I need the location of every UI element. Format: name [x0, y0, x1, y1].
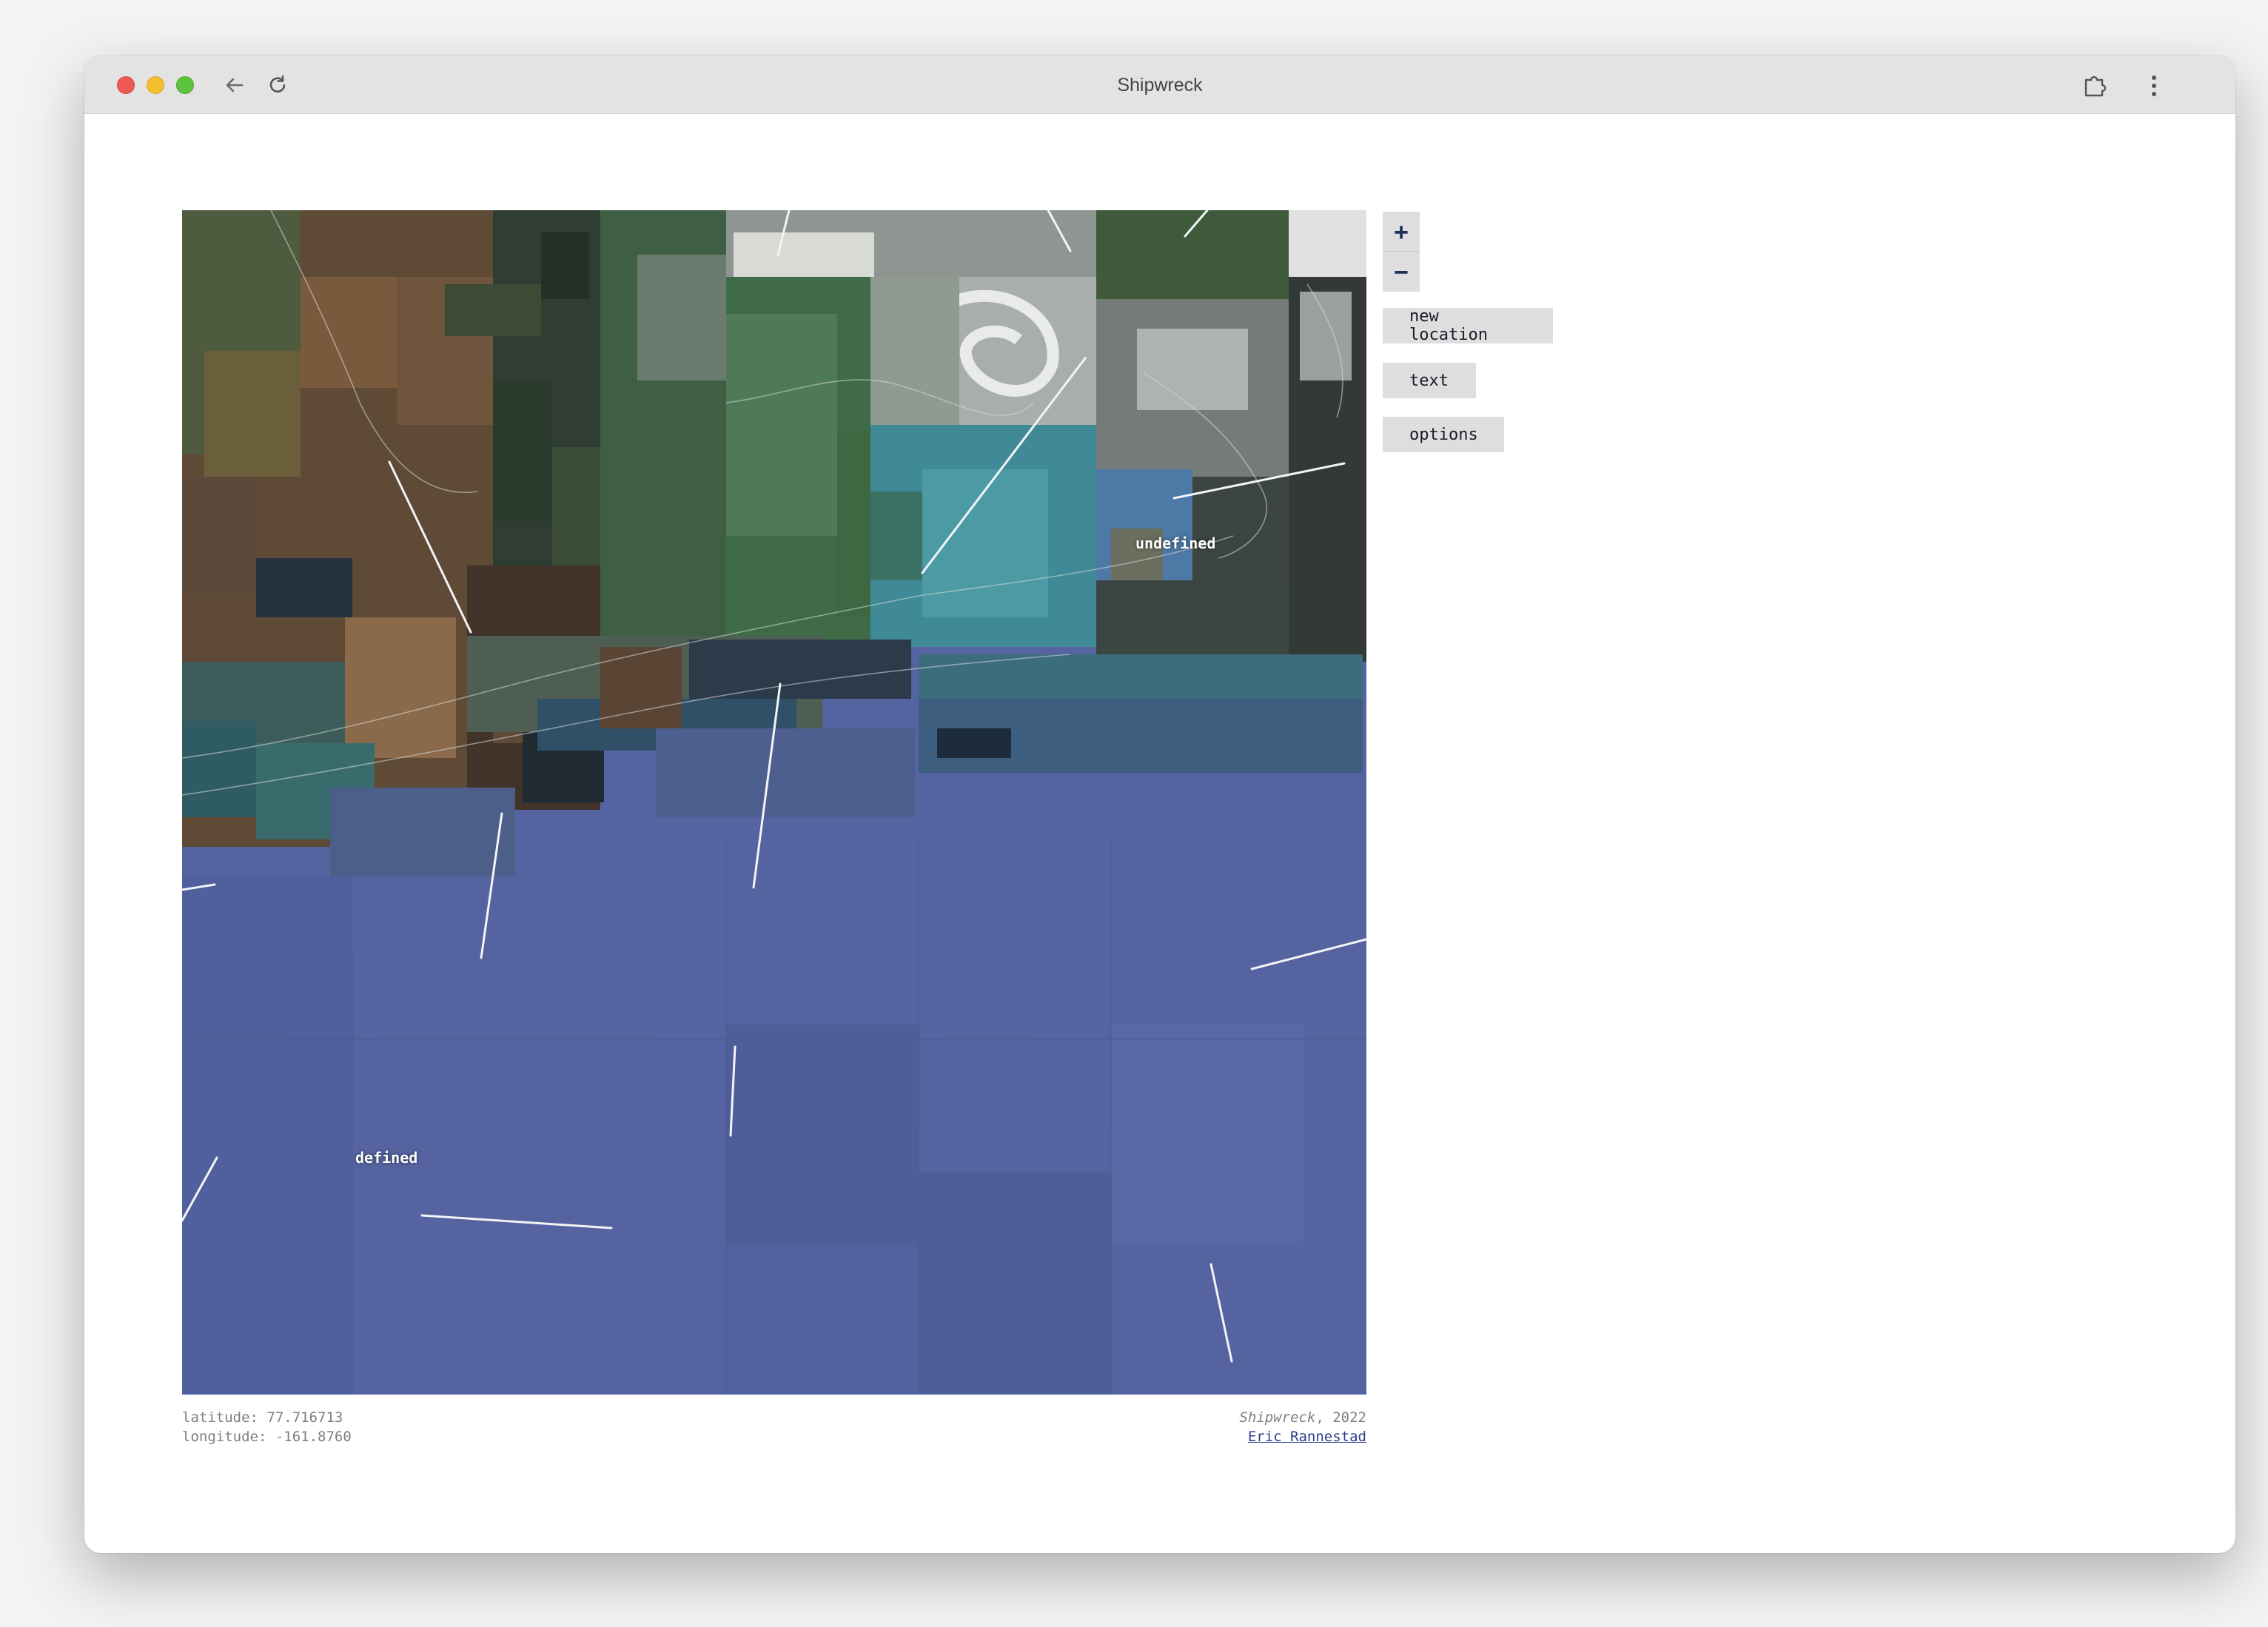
new-location-button[interactable]: new location: [1383, 307, 1553, 344]
text-button[interactable]: text: [1383, 363, 1476, 398]
coordinates-readout: latitude: 77.716713 longitude: -161.8760: [182, 1408, 352, 1446]
map-text-label: undefined: [1135, 534, 1216, 552]
longitude-text: longitude: -161.8760: [182, 1429, 352, 1445]
artwork-credit: Shipwreck, 2022 Eric Rannestad: [1239, 1408, 1366, 1446]
window-title: Shipwreck: [1117, 75, 1203, 95]
kebab-menu-icon[interactable]: [2139, 70, 2169, 102]
zoom-in-button[interactable]: +: [1383, 212, 1420, 252]
options-button[interactable]: options: [1383, 417, 1504, 452]
extension-puzzle-icon[interactable]: [2079, 70, 2111, 102]
work-title: Shipwreck: [1239, 1409, 1316, 1426]
browser-window: Shipwreck undefined defined + − new loca…: [84, 56, 2235, 1553]
map-text-label: defined: [355, 1149, 418, 1167]
author-link[interactable]: Eric Rannestad: [1248, 1429, 1366, 1445]
zoom-out-button[interactable]: −: [1383, 252, 1420, 292]
latitude-text: latitude: 77.716713: [182, 1409, 343, 1426]
work-year: , 2022: [1315, 1409, 1366, 1426]
satellite-map[interactable]: undefined defined: [182, 210, 1366, 1395]
map-tiles: [182, 210, 1366, 1395]
title-bar: Shipwreck: [84, 56, 2235, 114]
